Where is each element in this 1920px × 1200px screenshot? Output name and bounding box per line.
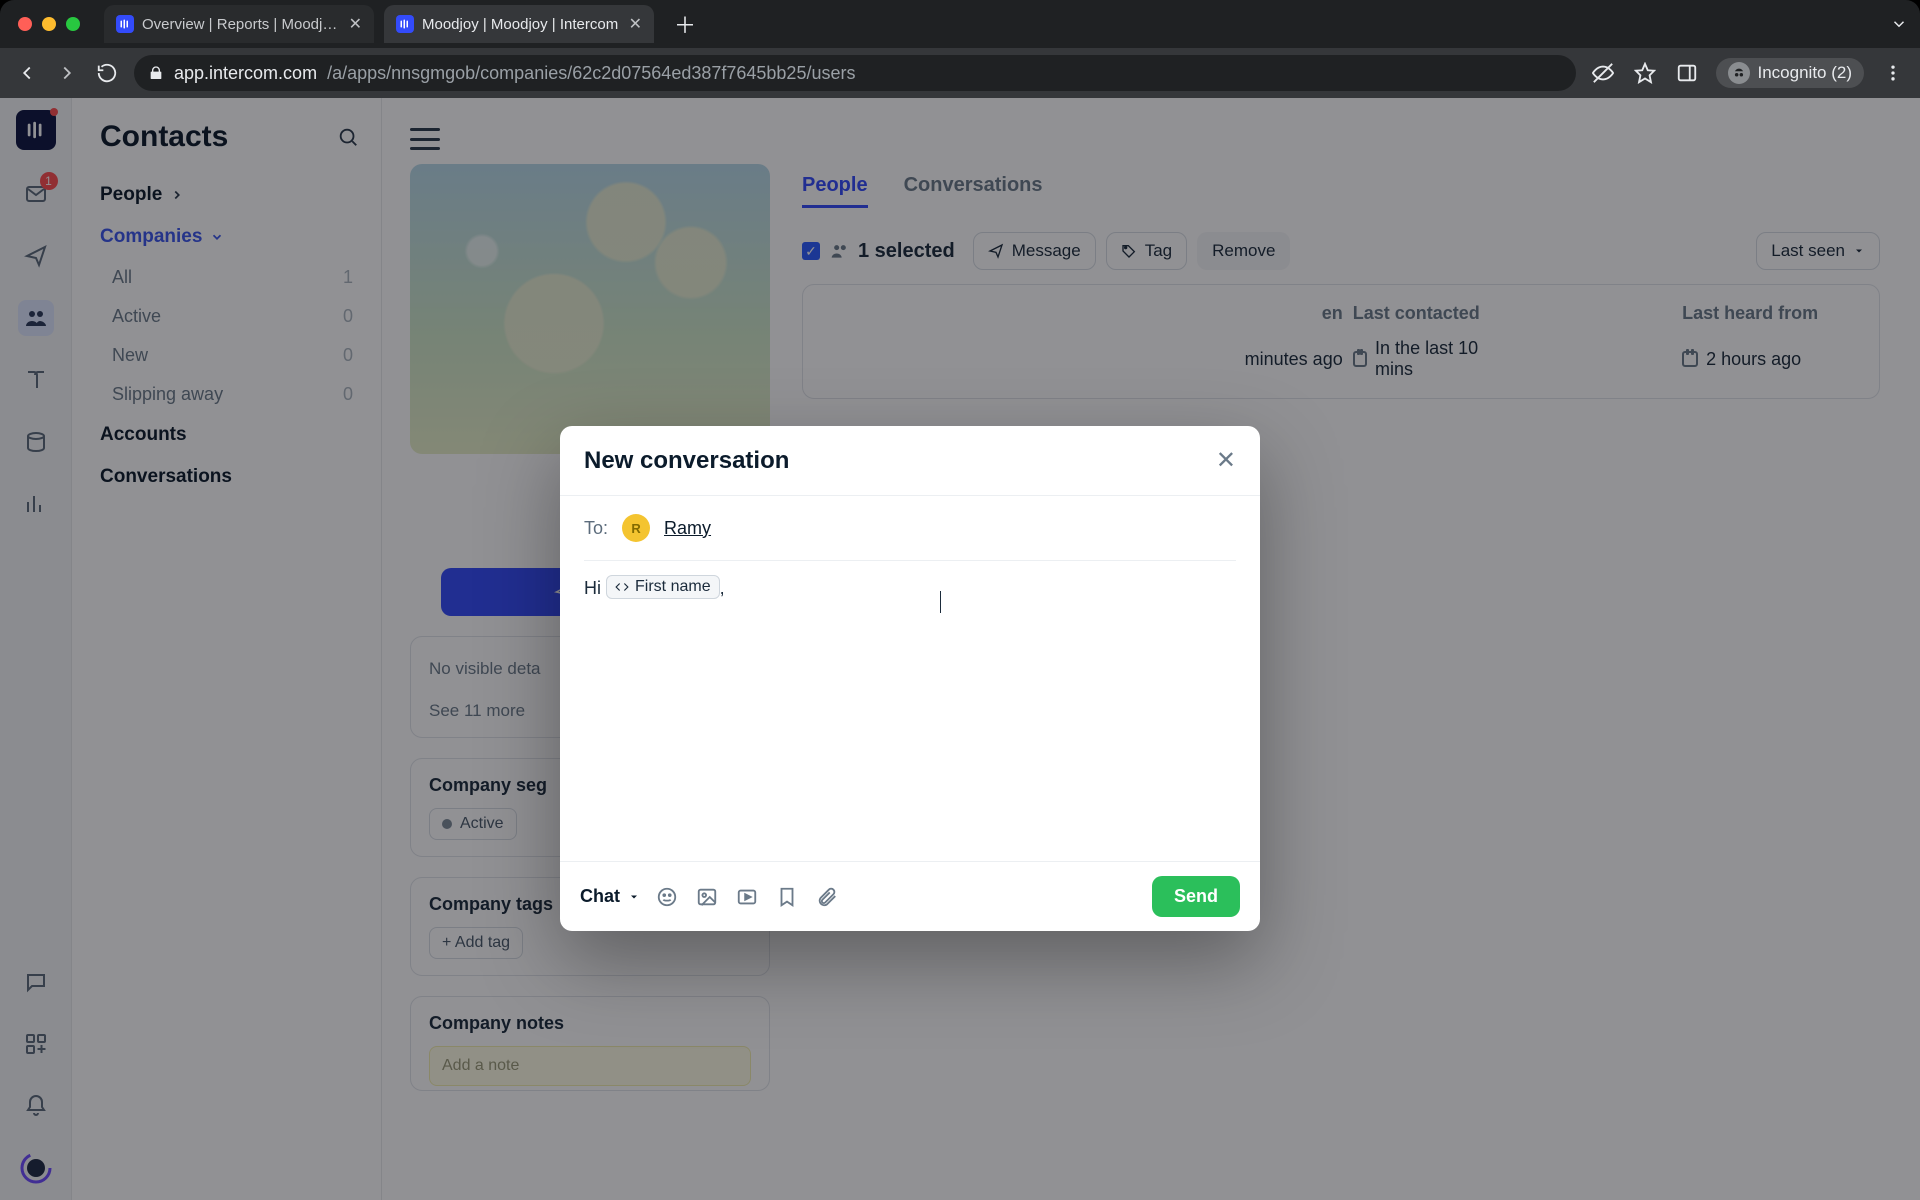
recipient-row: To: R Ramy (560, 496, 1260, 560)
url-path: /a/apps/nnsgmgob/companies/62c2d07564ed3… (327, 63, 855, 84)
tab-close-icon[interactable]: ✕ (629, 14, 642, 34)
lock-icon (148, 65, 164, 81)
tab-title: Moodjoy | Moodjoy | Intercom (422, 16, 621, 33)
recipient-name[interactable]: Ramy (664, 518, 711, 539)
code-icon (615, 580, 629, 594)
message-editor[interactable]: Hi First name , (560, 561, 1260, 861)
tab-close-icon[interactable]: ✕ (349, 14, 362, 34)
image-icon[interactable] (696, 886, 718, 908)
forward-button[interactable] (54, 60, 80, 86)
channel-dropdown[interactable]: Chat (580, 886, 640, 907)
browser-tab-1[interactable]: Overview | Reports | Moodj… ✕ (104, 5, 374, 43)
caret-down-icon (628, 891, 640, 903)
chip-label: First name (635, 578, 711, 596)
url-host: app.intercom.com (174, 63, 317, 84)
tab-title: Overview | Reports | Moodj… (142, 16, 341, 33)
kebab-menu-icon[interactable] (1880, 60, 1906, 86)
variable-chip-first-name[interactable]: First name (606, 575, 720, 599)
intercom-favicon-icon (396, 15, 414, 33)
close-window-icon[interactable] (18, 17, 32, 31)
panel-icon[interactable] (1674, 60, 1700, 86)
tabstrip: Overview | Reports | Moodj… ✕ Moodjoy | … (0, 0, 1920, 48)
text-caret (940, 591, 941, 613)
emoji-icon[interactable] (656, 886, 678, 908)
modal-close-button[interactable]: ✕ (1216, 446, 1236, 475)
attachment-icon[interactable] (816, 886, 838, 908)
star-icon[interactable] (1632, 60, 1658, 86)
incognito-icon (1728, 62, 1750, 84)
minimize-window-icon[interactable] (42, 17, 56, 31)
reload-button[interactable] (94, 60, 120, 86)
tabstrip-chevron-icon[interactable] (1890, 15, 1908, 33)
incognito-indicator[interactable]: Incognito (2) (1716, 58, 1865, 88)
editor-comma: , (720, 578, 725, 598)
browser-tab-2[interactable]: Moodjoy | Moodjoy | Intercom ✕ (384, 5, 654, 43)
new-conversation-modal: New conversation ✕ To: R Ramy Hi First n… (560, 426, 1260, 931)
send-button[interactable]: Send (1152, 876, 1240, 917)
channel-label: Chat (580, 886, 620, 907)
recipient-avatar: R (622, 514, 650, 542)
editor-greeting: Hi (584, 578, 601, 598)
window-controls (18, 17, 80, 31)
to-label: To: (584, 518, 608, 539)
address-bar[interactable]: app.intercom.com/a/apps/nnsgmgob/compani… (134, 55, 1576, 91)
intercom-favicon-icon (116, 15, 134, 33)
incognito-label: Incognito (2) (1758, 63, 1853, 83)
modal-footer: Chat (560, 861, 1260, 931)
fullscreen-window-icon[interactable] (66, 17, 80, 31)
bookmark-icon[interactable] (776, 886, 798, 908)
editor-toolbar (656, 886, 838, 908)
new-tab-button[interactable]: ＋ (664, 8, 706, 40)
modal-title: New conversation (584, 447, 789, 475)
video-icon[interactable] (736, 886, 758, 908)
eye-off-icon[interactable] (1590, 60, 1616, 86)
back-button[interactable] (14, 60, 40, 86)
browser-toolbar: app.intercom.com/a/apps/nnsgmgob/compani… (0, 48, 1920, 98)
